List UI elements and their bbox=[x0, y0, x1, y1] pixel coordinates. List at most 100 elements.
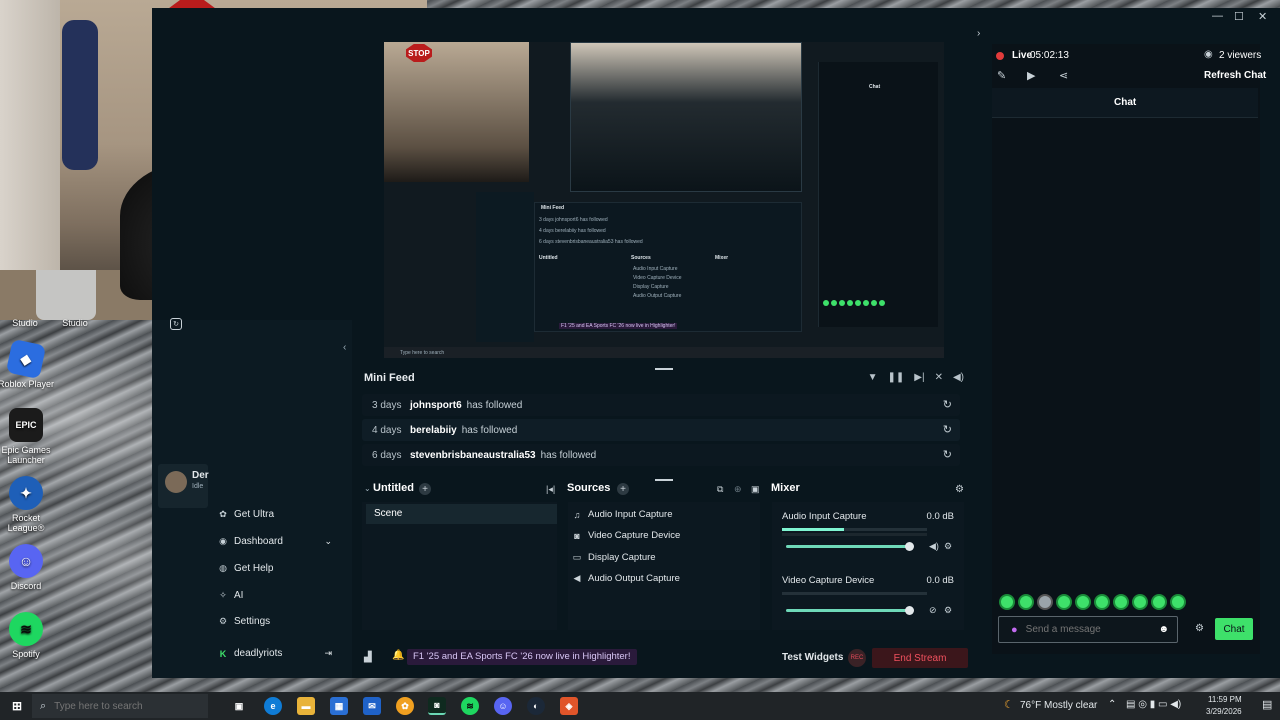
video-icon[interactable]: ▶ bbox=[1027, 69, 1035, 82]
mixer-settings-icon[interactable]: ⚙ bbox=[955, 484, 964, 495]
news-banner[interactable]: F1 '25 and EA Sports FC '26 now live in … bbox=[407, 649, 637, 665]
panel-expand-icon[interactable]: › bbox=[977, 28, 980, 39]
close-button[interactable]: ✕ bbox=[1258, 10, 1267, 23]
tray-icons[interactable]: ▤ ◎ ▮ ▭ ◀) bbox=[1126, 699, 1181, 710]
replay-icon[interactable]: ↻ bbox=[943, 423, 952, 436]
emote-icon[interactable] bbox=[1132, 594, 1148, 610]
chat-message-input[interactable]: ● ☻ bbox=[998, 616, 1178, 643]
emote-icon[interactable] bbox=[1018, 594, 1034, 610]
photos-icon[interactable]: ✿ bbox=[396, 697, 414, 715]
source-lock-icon[interactable]: ⊕ bbox=[734, 484, 742, 495]
notification-center-icon[interactable]: ▤ bbox=[1262, 698, 1272, 711]
replay-icon[interactable]: ↻ bbox=[943, 398, 952, 411]
menu-get-ultra[interactable]: ✿ Get Ultra bbox=[218, 509, 274, 520]
store-icon[interactable]: ▦ bbox=[330, 697, 348, 715]
streamlabs-taskbar-icon[interactable]: ◙ bbox=[428, 697, 446, 715]
record-button[interactable]: REC bbox=[848, 649, 866, 667]
menu-get-help[interactable]: ◍ Get Help bbox=[218, 563, 273, 574]
refresh-chat-button[interactable]: Refresh Chat bbox=[1204, 70, 1266, 81]
volume-slider[interactable] bbox=[786, 542, 914, 551]
chevron-up-icon[interactable]: ⌃ bbox=[1108, 699, 1116, 710]
menu-settings[interactable]: ⚙ Settings bbox=[218, 616, 270, 627]
weather-text[interactable]: 76°F Mostly clear bbox=[1020, 700, 1097, 711]
emote-icon[interactable] bbox=[1056, 594, 1072, 610]
source-item[interactable]: ♫ Audio Input Capture bbox=[572, 509, 673, 520]
minimize-button[interactable]: — bbox=[1212, 10, 1223, 22]
edge-icon[interactable]: e bbox=[264, 697, 282, 715]
end-stream-button[interactable]: End Stream bbox=[872, 648, 968, 668]
mute-alerts-icon[interactable]: ✕ bbox=[935, 372, 943, 383]
chevron-down-icon[interactable]: ⌄ bbox=[364, 484, 371, 493]
scene-item[interactable]: Scene bbox=[366, 504, 557, 524]
source-item[interactable]: ◀ Audio Output Capture bbox=[572, 573, 680, 584]
volume-icon[interactable]: ◀) bbox=[953, 372, 964, 383]
edit-icon[interactable]: ✎ bbox=[997, 69, 1006, 82]
source-item[interactable]: ◙ Video Capture Device bbox=[572, 530, 680, 541]
desktop-icon-studio[interactable]: Studio bbox=[0, 318, 50, 328]
stats-icon[interactable]: ▟ bbox=[364, 652, 372, 663]
gear-icon[interactable]: ⚙ bbox=[944, 605, 952, 616]
mute-icon[interactable]: ⊘ bbox=[929, 605, 937, 616]
volume-slider[interactable] bbox=[786, 606, 914, 615]
scene-transition-icon[interactable]: |◂| bbox=[546, 484, 555, 495]
volume-icon[interactable]: ◀) bbox=[929, 541, 939, 552]
resize-handle[interactable] bbox=[655, 479, 673, 481]
filter-icon[interactable]: ▼ bbox=[868, 372, 878, 383]
chat-settings-icon[interactable]: ⚙ bbox=[1195, 623, 1204, 634]
add-source-icon[interactable]: + bbox=[617, 483, 629, 495]
gear-icon[interactable]: ⚙ bbox=[944, 541, 952, 552]
desktop-icon-roblox[interactable]: ◆ Roblox Player bbox=[0, 338, 56, 389]
chat-input-field[interactable] bbox=[1025, 624, 1146, 635]
scenes-title[interactable]: Untitled bbox=[373, 482, 414, 494]
desktop-icon-spotify[interactable]: ≋ Spotify bbox=[0, 612, 56, 659]
source-group-icon[interactable]: ⧉ bbox=[717, 484, 723, 495]
collapse-icon[interactable]: ↻ bbox=[170, 318, 182, 330]
emoji-icon[interactable]: ☻ bbox=[1158, 624, 1169, 635]
clock-time[interactable]: 11:59 PM bbox=[1208, 695, 1242, 704]
emote-icon[interactable] bbox=[1113, 594, 1129, 610]
maximize-button[interactable]: ☐ bbox=[1234, 10, 1244, 23]
notification-icon[interactable]: 🔔 bbox=[392, 650, 404, 661]
skip-icon[interactable]: ▶| bbox=[914, 372, 924, 383]
menu-dashboard[interactable]: ◉ Dashboard ⌄ bbox=[218, 536, 332, 547]
pause-icon[interactable]: ❚❚ bbox=[888, 372, 905, 383]
search-input[interactable] bbox=[54, 700, 195, 712]
emote-icon[interactable] bbox=[1075, 594, 1091, 610]
slider-knob[interactable] bbox=[905, 606, 914, 615]
menu-account[interactable]: Kdeadlyriots ⇥ bbox=[218, 648, 332, 659]
source-folder-icon[interactable]: ▣ bbox=[751, 484, 760, 495]
feed-row-user[interactable]: berelabiiy bbox=[410, 425, 457, 436]
mail-icon[interactable]: ✉ bbox=[363, 697, 381, 715]
feed-row-user[interactable]: stevenbrisbaneaustralia53 bbox=[410, 450, 536, 461]
emote-icon[interactable] bbox=[1037, 594, 1053, 610]
file-explorer-icon[interactable]: ▬ bbox=[297, 697, 315, 715]
desktop-icon-epic-games[interactable]: EPIC Epic Games Launcher bbox=[0, 408, 56, 465]
source-item[interactable]: ▭ Display Capture bbox=[572, 552, 656, 563]
menu-ai[interactable]: ✧ AI bbox=[218, 590, 243, 601]
mic-icon[interactable]: ● bbox=[1011, 624, 1018, 636]
slider-knob[interactable] bbox=[905, 542, 914, 551]
desktop-icon-rocket-league[interactable]: ✦ Rocket League® bbox=[0, 476, 56, 533]
add-scene-icon[interactable]: + bbox=[419, 483, 431, 495]
spotify-icon[interactable]: ≋ bbox=[461, 697, 479, 715]
discord-icon[interactable]: ☺ bbox=[494, 697, 512, 715]
stream-preview[interactable]: STOP Mini Feed 3 days johnsport6 has fol… bbox=[384, 42, 944, 358]
app-icon[interactable]: ◈ bbox=[560, 697, 578, 715]
steam-icon[interactable]: ◐ bbox=[527, 697, 545, 715]
send-chat-button[interactable]: Chat bbox=[1215, 618, 1253, 640]
desktop-icon-studio-2[interactable]: Studio bbox=[50, 318, 100, 328]
user-badge[interactable]: Der Idle bbox=[158, 464, 209, 508]
feed-row-user[interactable]: johnsport6 bbox=[410, 400, 462, 411]
desktop-icon-discord[interactable]: ☺ Discord bbox=[0, 544, 56, 591]
start-icon[interactable]: ⊞ bbox=[8, 697, 26, 715]
emote-icon[interactable] bbox=[1094, 594, 1110, 610]
clock-date[interactable]: 3/29/2026 bbox=[1206, 707, 1242, 716]
panel-collapse-icon[interactable]: ‹ bbox=[343, 342, 346, 353]
test-widgets-button[interactable]: Test Widgets bbox=[782, 652, 843, 663]
taskbar-search[interactable]: ⌕ bbox=[32, 694, 208, 718]
emote-icon[interactable] bbox=[1170, 594, 1186, 610]
emote-icon[interactable] bbox=[999, 594, 1015, 610]
emote-icon[interactable] bbox=[1151, 594, 1167, 610]
task-view-icon[interactable]: ▣ bbox=[230, 697, 248, 715]
share-icon[interactable]: ⋖ bbox=[1059, 69, 1068, 82]
